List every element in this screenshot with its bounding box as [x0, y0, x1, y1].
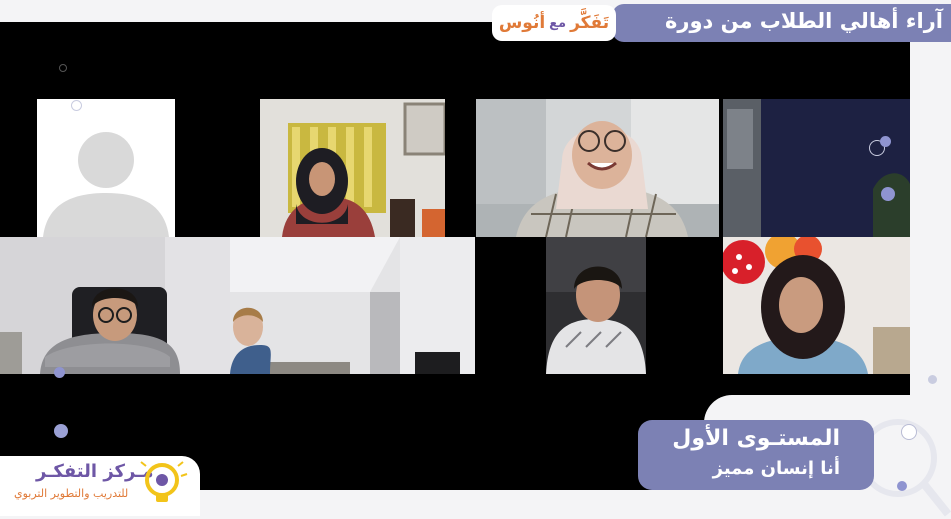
level-subtitle: أنا إنسان مميز [712, 458, 840, 479]
decor-dot [881, 187, 895, 201]
center-subtitle: للتدريب والتطوير التربوي [14, 487, 129, 500]
level-card: المستـوى الأول أنا إنسان مميز [638, 420, 874, 490]
center-logo: مـركز التفكـر للتدريب والتطوير التربوي [0, 456, 200, 516]
participant-tile-5[interactable] [0, 237, 230, 374]
center-name: مـركز التفكـر [36, 461, 154, 482]
participant-tile-8[interactable] [723, 237, 910, 374]
decor-dot [880, 136, 891, 147]
decor-dot [54, 424, 68, 438]
avatar-placeholder-icon [43, 132, 169, 237]
participant-tile-4[interactable] [723, 99, 910, 237]
page-title: آراء أهالي الطلاب من دورة [664, 9, 943, 33]
decor-ring [71, 100, 82, 111]
logo-word-1: تَفَكَّر [570, 13, 610, 33]
decor-dot [897, 481, 907, 491]
participant-tile-2[interactable] [260, 99, 445, 237]
participant-tile-6[interactable] [230, 237, 475, 374]
participant-tile-7[interactable] [546, 237, 646, 374]
decor-dot [928, 375, 937, 384]
logo-word-2: مع [549, 15, 567, 31]
video-frame: آراء أهالي الطلاب من دورة تَفَكَّر مع أن… [0, 0, 951, 519]
decor-ring [901, 424, 917, 440]
decor-dot [54, 367, 65, 378]
lightbulb-logo-icon [140, 461, 188, 502]
participant-tile-1[interactable] [37, 99, 175, 237]
participant-tile-3[interactable] [476, 99, 719, 237]
level-title: المستـوى الأول [672, 426, 840, 451]
course-logo: تَفَكَّر مع أنُوس [492, 5, 616, 41]
decor-ring [59, 64, 67, 72]
logo-word-3: أنُوس [498, 13, 546, 33]
title-bar: آراء أهالي الطلاب من دورة [612, 4, 951, 42]
